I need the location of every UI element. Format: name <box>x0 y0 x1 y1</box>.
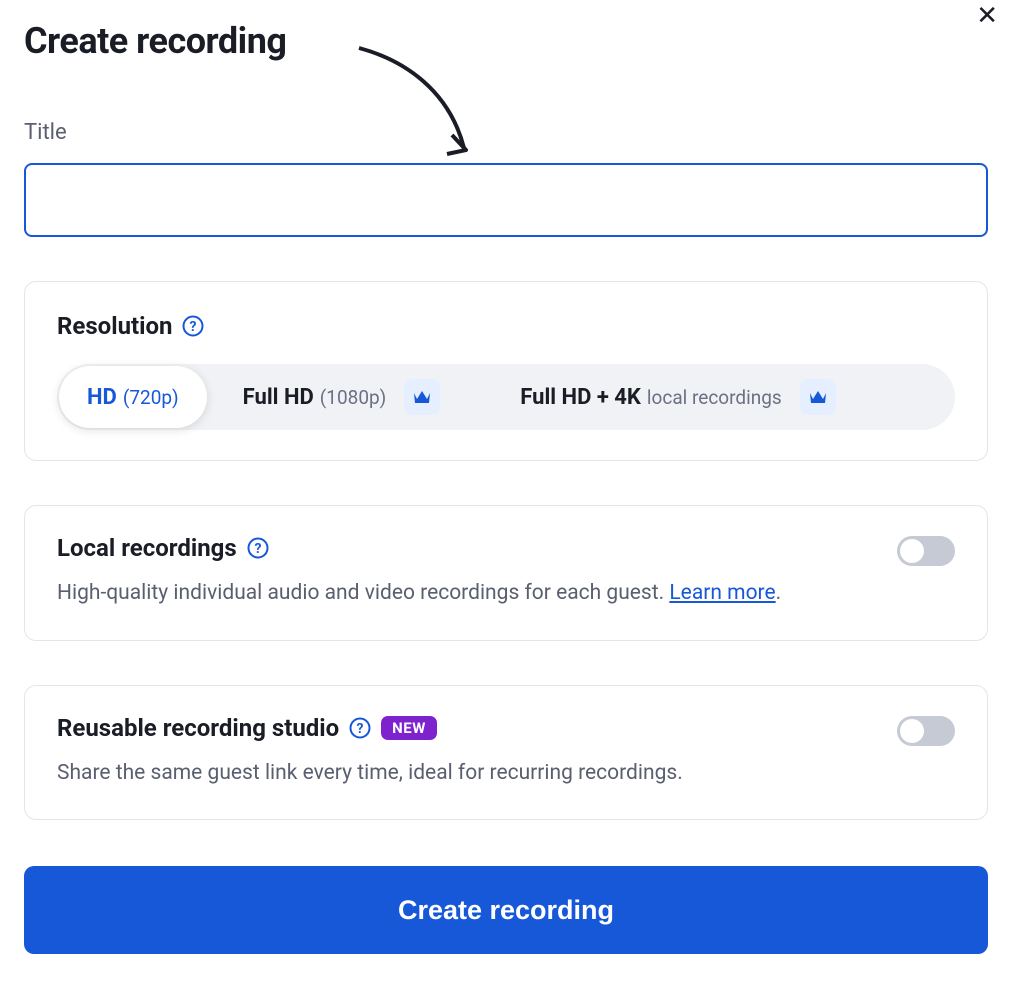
new-badge: NEW <box>381 716 437 740</box>
close-icon: ✕ <box>976 0 998 30</box>
close-button[interactable]: ✕ <box>976 0 998 31</box>
resolution-option-sub: (1080p) <box>320 386 387 409</box>
resolution-option-4k[interactable]: Full HD + 4K local recordings <box>460 366 861 428</box>
resolution-option-main: HD <box>87 385 117 410</box>
svg-text:?: ? <box>190 319 197 335</box>
resolution-option-fullhd[interactable]: Full HD (1080p) <box>207 366 461 428</box>
reusable-studio-title: Reusable recording studio <box>57 714 339 742</box>
page-title: Create recording <box>24 20 286 62</box>
reusable-studio-help-icon[interactable]: ? <box>349 717 371 739</box>
crown-icon <box>404 379 440 415</box>
resolution-option-main: Full HD <box>243 385 314 410</box>
resolution-help-icon[interactable]: ? <box>182 315 204 337</box>
resolution-option-sub: (720p) <box>123 386 179 409</box>
reusable-studio-description: Share the same guest link every time, id… <box>57 758 897 790</box>
title-label: Title <box>24 120 988 145</box>
local-recordings-help-icon[interactable]: ? <box>247 537 269 559</box>
learn-more-link[interactable]: Learn more <box>669 581 775 605</box>
toggle-knob <box>900 719 924 743</box>
toggle-knob <box>900 539 924 563</box>
svg-text:?: ? <box>357 721 364 737</box>
reusable-studio-toggle[interactable] <box>897 716 955 746</box>
local-recordings-description: High-quality individual audio and video … <box>57 578 897 610</box>
svg-text:?: ? <box>254 541 261 557</box>
local-recordings-toggle[interactable] <box>897 536 955 566</box>
resolution-option-main: Full HD + 4K <box>520 385 641 410</box>
resolution-title: Resolution <box>57 312 172 340</box>
title-input[interactable] <box>24 163 988 237</box>
create-recording-button[interactable]: Create recording <box>24 866 988 954</box>
resolution-option-hd[interactable]: HD (720p) <box>59 366 207 428</box>
local-recordings-title: Local recordings <box>57 534 237 562</box>
crown-icon <box>800 379 836 415</box>
resolution-segmented-control: HD (720p) Full HD (1080p) Full HD + 4K l… <box>57 364 955 430</box>
resolution-option-sub: local recordings <box>647 386 782 409</box>
